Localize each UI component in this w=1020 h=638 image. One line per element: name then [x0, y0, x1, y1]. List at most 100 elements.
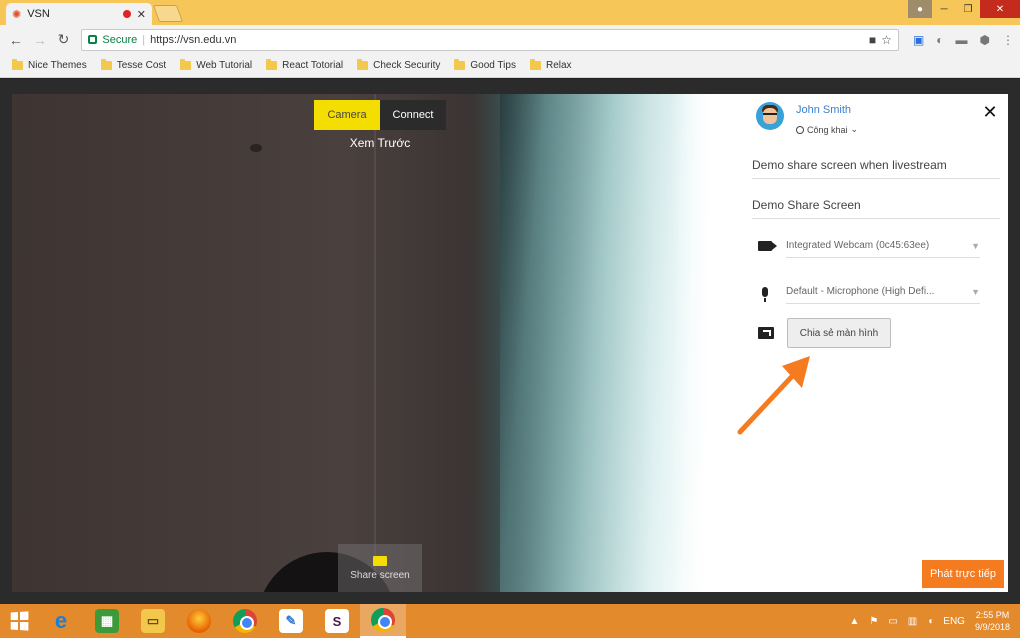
share-screen-overlay[interactable]: Share screen — [338, 544, 422, 592]
tab-connect[interactable]: Connect — [380, 100, 446, 130]
browser-menu-icon[interactable]: ⋮ — [1002, 33, 1014, 47]
folder-icon — [180, 59, 192, 70]
taskbar-chrome[interactable] — [222, 604, 268, 638]
file-explorer-icon: ▭ — [141, 609, 165, 633]
avatar — [756, 102, 784, 130]
close-window-icon[interactable]: ✕ — [980, 0, 1020, 18]
stream-description-field[interactable]: Demo Share Screen — [752, 198, 1000, 219]
tray-battery-icon[interactable]: ▭ — [888, 616, 897, 627]
bookmark-label: Nice Themes — [28, 60, 87, 71]
firefox-icon — [187, 609, 211, 633]
extension-hex-icon[interactable]: ⬢ — [980, 33, 990, 47]
microphone-select-value: Default - Microphone (High Defi... — [786, 286, 935, 297]
taskbar-feather-app[interactable]: ✎ — [268, 604, 314, 638]
bookmark-react-totorial[interactable]: React Totorial — [266, 59, 344, 71]
bookmark-label: Tesse Cost — [116, 60, 167, 71]
bookmark-label: Check Security — [373, 60, 441, 71]
windows-logo-icon — [10, 611, 29, 631]
clock-time: 2:55 PM — [975, 610, 1010, 620]
dropdown-caret-icon: ▼ — [971, 286, 980, 297]
privacy-label: Công khai — [807, 124, 848, 135]
bookmark-tesse-cost[interactable]: Tesse Cost — [100, 59, 167, 71]
globe-icon — [796, 125, 804, 134]
bookmark-check-security[interactable]: Check Security — [357, 59, 441, 71]
bookmark-relax[interactable]: Relax — [529, 59, 572, 71]
folder-icon — [266, 59, 278, 70]
folder-icon — [529, 59, 541, 70]
tray-flag-icon[interactable]: ⚑ — [869, 616, 878, 627]
taskbar-chrome-active[interactable] — [360, 604, 406, 638]
bookmark-label: Good Tips — [470, 60, 516, 71]
bookmarks-bar: Nice Themes Tesse Cost Web Tutorial Reac… — [0, 54, 1020, 78]
bookmark-web-tutorial[interactable]: Web Tutorial — [180, 59, 252, 71]
minimize-icon[interactable]: ─ — [932, 0, 956, 18]
window-light — [672, 94, 708, 592]
close-tab-icon[interactable]: ✕ — [137, 8, 146, 21]
dropdown-caret-icon: ▼ — [971, 240, 980, 251]
reload-icon[interactable]: ↻ — [54, 30, 74, 50]
profile-icon[interactable]: ● — [908, 0, 932, 18]
bookmark-label: React Totorial — [282, 60, 344, 71]
privacy-selector[interactable]: Công khai ⌄ — [796, 124, 858, 135]
folder-icon — [12, 59, 23, 70]
camera-in-use-icon[interactable]: ■ — [869, 33, 876, 47]
wall-corner-line — [374, 94, 376, 592]
share-screen-button[interactable]: Chia sẻ màn hình — [787, 318, 891, 348]
taskbar-clock[interactable]: 2:55 PM 9/9/2018 — [975, 609, 1010, 633]
secure-label: Secure — [102, 33, 138, 46]
address-bar[interactable]: Secure | https://vsn.edu.vn ■ ☆ — [81, 28, 899, 51]
stream-title-field[interactable]: Demo share screen when livestream — [752, 158, 1000, 179]
taskbar-explorer[interactable]: ▭ — [130, 604, 176, 638]
camera-preview: Camera Connect Xem Trước Share screen — [12, 94, 708, 592]
window-controls: ● ─ ❐ ✕ — [908, 0, 1020, 18]
taskbar-firefox[interactable] — [176, 604, 222, 638]
microphone-select[interactable]: Default - Microphone (High Defi... ▼ — [786, 280, 980, 304]
url-text[interactable]: https://vsn.edu.vn — [150, 34, 864, 46]
language-indicator[interactable]: ENG — [943, 616, 965, 627]
windows-taskbar: e ▦ ▭ ✎ S ▲ ⚑ ▭ ▥ ◖ ENG 2:55 PM 9/9/2018 — [0, 604, 1020, 638]
tray-up-arrow-icon[interactable]: ▲ — [849, 616, 859, 627]
user-name-link[interactable]: John Smith — [796, 104, 851, 116]
taskbar-ie[interactable]: e — [38, 604, 84, 638]
browser-tab-vsn[interactable]: ✺ VSN ✕ — [6, 3, 152, 25]
taskbar-slack[interactable]: S — [314, 604, 360, 638]
folder-icon — [100, 59, 112, 70]
bookmark-star-icon[interactable]: ☆ — [881, 33, 892, 47]
folder-icon — [357, 59, 369, 70]
wall-spot — [250, 144, 262, 152]
folder-icon — [454, 59, 466, 70]
new-tab-button[interactable] — [152, 5, 184, 22]
screen-share-icon — [758, 327, 774, 339]
go-live-button[interactable]: Phát trực tiếp — [922, 560, 1004, 588]
close-modal-icon[interactable]: ✕ — [982, 103, 998, 121]
slack-icon: S — [325, 609, 349, 633]
extension-monitor-icon[interactable]: ▬ — [956, 33, 968, 47]
livestream-modal: Camera Connect Xem Trước Share screen Jo… — [12, 94, 1008, 592]
tray-volume-icon[interactable]: ◖ — [927, 616, 933, 627]
lock-icon — [88, 35, 98, 44]
vsn-favicon-icon: ✺ — [12, 8, 22, 21]
taskbar-store[interactable]: ▦ — [84, 604, 130, 638]
back-arrow-icon[interactable]: ← — [6, 30, 26, 50]
extension-icons: ▣ ◐ ▬ ⬢ ⋮ — [913, 33, 1014, 47]
microphone-select-row: Default - Microphone (High Defi... ▼ — [758, 280, 980, 304]
tab-camera[interactable]: Camera — [314, 100, 380, 130]
bookmark-good-tips[interactable]: Good Tips — [454, 59, 516, 71]
bookmark-nice-themes[interactable]: Nice Themes — [12, 59, 87, 71]
share-screen-row: Chia sẻ màn hình — [758, 318, 891, 348]
system-tray: ▲ ⚑ ▭ ▥ ◖ ENG 2:55 PM 9/9/2018 — [849, 609, 1020, 633]
url-separator: | — [142, 33, 146, 46]
extension-blue-icon[interactable]: ▣ — [913, 33, 924, 47]
video-camera-icon — [758, 241, 777, 251]
tray-network-icon[interactable]: ▥ — [908, 616, 917, 627]
microphone-icon — [762, 287, 768, 302]
camera-select[interactable]: Integrated Webcam (0c45:63ee) ▼ — [786, 234, 980, 258]
browser-tab-strip: ✺ VSN ✕ ● ─ ❐ ✕ — [0, 0, 1020, 25]
preview-mode-tabs: Camera Connect — [314, 100, 446, 130]
restore-icon[interactable]: ❐ — [956, 0, 980, 18]
extension-shield-icon[interactable]: ◐ — [936, 33, 943, 47]
browser-toolbar: ← → ↻ Secure | https://vsn.edu.vn ■ ☆ ▣ … — [0, 25, 1020, 54]
start-button[interactable] — [0, 604, 38, 638]
recording-indicator-icon — [122, 10, 131, 18]
forward-arrow-icon[interactable]: → — [30, 30, 50, 50]
